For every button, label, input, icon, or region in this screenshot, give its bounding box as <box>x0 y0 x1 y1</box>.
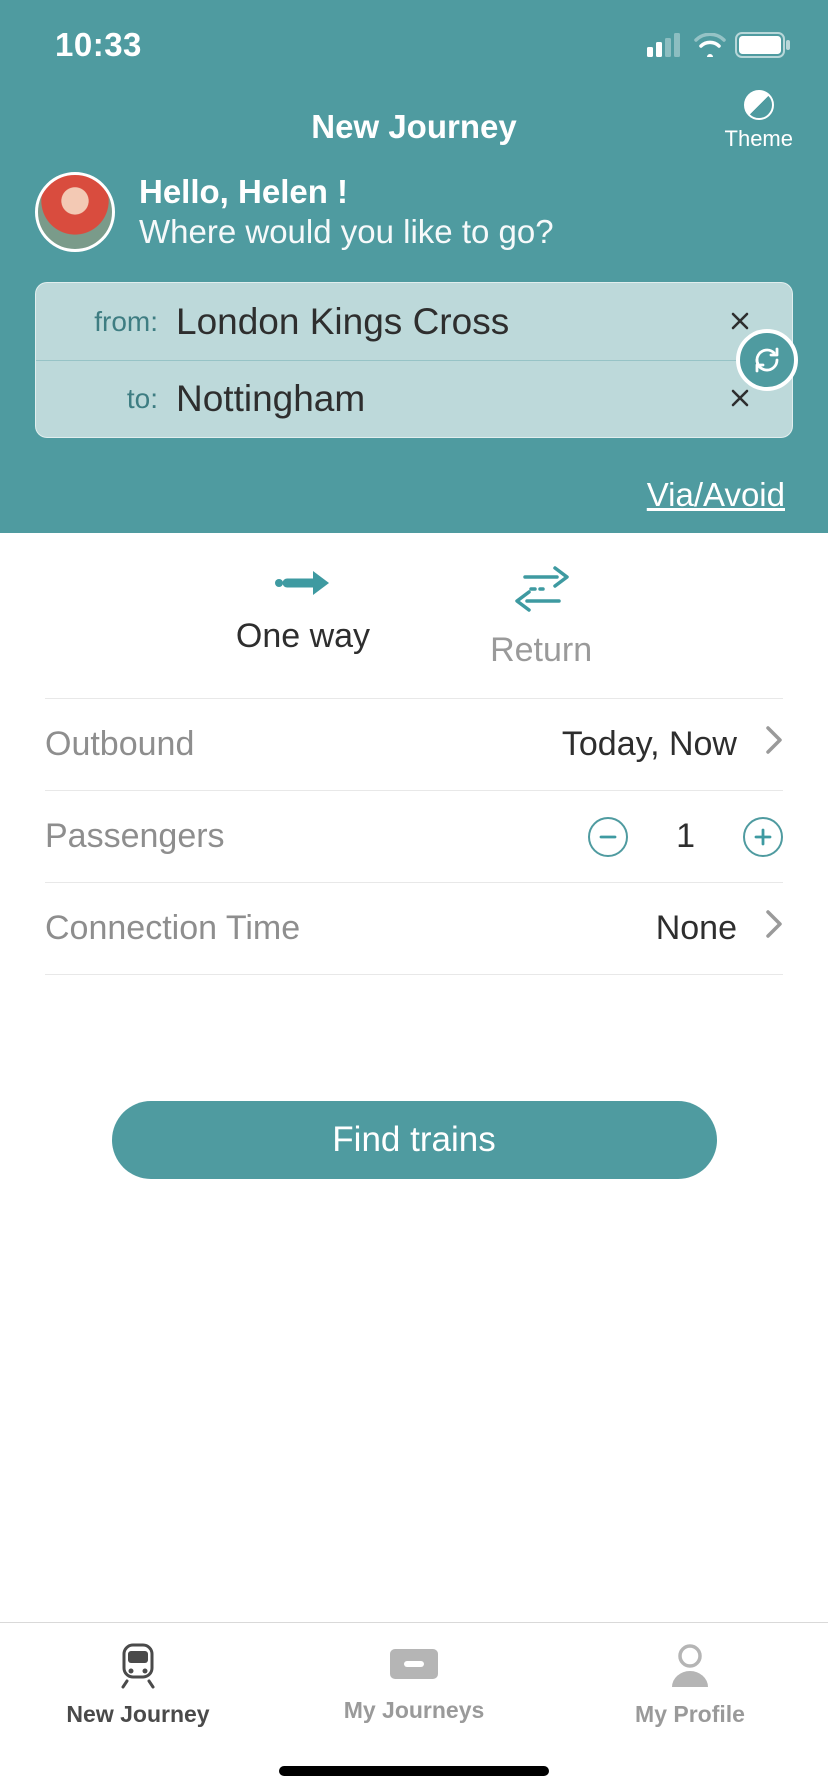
chevron-right-icon <box>765 909 783 948</box>
connection-label: Connection Time <box>45 909 300 948</box>
close-icon <box>730 388 750 408</box>
swap-icon <box>751 344 783 376</box>
tab-my-profile[interactable]: My Profile <box>552 1641 828 1792</box>
battery-icon <box>735 32 793 58</box>
tab-new-journey-label: New Journey <box>66 1701 209 1728</box>
status-bar: 10:33 <box>35 0 793 90</box>
close-icon <box>730 311 750 331</box>
greeting-sub: Where would you like to go? <box>139 213 554 251</box>
one-way-icon <box>273 565 333 601</box>
title-row: New Journey Theme <box>35 108 793 146</box>
home-indicator[interactable] <box>279 1766 549 1776</box>
header-panel: 10:33 New Journey Theme <box>0 0 828 533</box>
tab-my-profile-label: My Profile <box>635 1701 745 1728</box>
return-icon <box>507 565 575 615</box>
tab-new-journey[interactable]: New Journey <box>0 1641 276 1792</box>
page-title: New Journey <box>35 108 793 146</box>
outbound-label: Outbound <box>45 725 194 764</box>
greeting-hello: Hello, Helen ! <box>139 173 554 211</box>
profile-icon <box>666 1641 714 1689</box>
connection-row[interactable]: Connection Time None <box>45 883 783 975</box>
plus-icon <box>753 827 773 847</box>
return-label: Return <box>490 631 592 670</box>
via-avoid-link[interactable]: Via/Avoid <box>35 476 793 514</box>
passengers-value: 1 <box>676 817 695 856</box>
to-label: to: <box>58 383 158 415</box>
tab-bar: New Journey My Journeys My Profile <box>0 1622 828 1792</box>
station-box: from: London Kings Cross to: Nottingham <box>35 282 793 438</box>
passengers-label: Passengers <box>45 817 225 856</box>
from-station-row[interactable]: from: London Kings Cross <box>36 283 792 360</box>
greeting-row: Hello, Helen ! Where would you like to g… <box>35 172 793 252</box>
main-panel: One way Return Outbound Today, Now <box>0 533 828 1179</box>
outbound-row[interactable]: Outbound Today, Now <box>45 699 783 791</box>
ticket-icon <box>384 1641 444 1685</box>
from-value: London Kings Cross <box>176 301 710 343</box>
outbound-value: Today, Now <box>562 725 737 764</box>
wifi-icon <box>693 33 727 57</box>
to-value: Nottingham <box>176 378 710 420</box>
theme-icon <box>744 90 774 120</box>
passenger-plus-button[interactable] <box>743 817 783 857</box>
connection-value: None <box>656 909 737 948</box>
one-way-label: One way <box>236 617 370 656</box>
theme-button[interactable]: Theme <box>725 90 793 152</box>
find-trains-button[interactable]: Find trains <box>112 1101 717 1179</box>
cellular-icon <box>647 33 685 57</box>
status-icons <box>647 32 793 58</box>
passengers-row: Passengers 1 <box>45 791 783 883</box>
train-icon <box>114 1641 162 1689</box>
passenger-minus-button[interactable] <box>588 817 628 857</box>
tab-my-journeys-label: My Journeys <box>344 1697 485 1724</box>
tab-one-way[interactable]: One way <box>236 565 370 670</box>
minus-icon <box>598 827 618 847</box>
trip-type-row: One way Return <box>45 533 783 699</box>
swap-stations-button[interactable] <box>736 329 798 391</box>
to-station-row[interactable]: to: Nottingham <box>36 360 792 437</box>
theme-label: Theme <box>725 126 793 152</box>
avatar[interactable] <box>35 172 115 252</box>
greeting-text: Hello, Helen ! Where would you like to g… <box>139 173 554 251</box>
chevron-right-icon <box>765 725 783 764</box>
from-label: from: <box>58 306 158 338</box>
tab-return[interactable]: Return <box>490 565 592 670</box>
status-time: 10:33 <box>55 26 142 64</box>
